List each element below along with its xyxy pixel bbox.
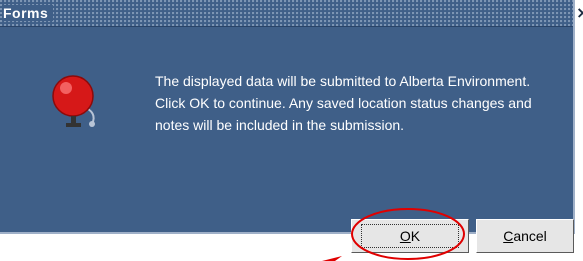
cancel-button-label: ancel — [513, 228, 547, 244]
title-bar[interactable]: Forms — [0, 0, 573, 26]
ok-button[interactable]: OK — [351, 219, 469, 253]
title-separator — [0, 26, 573, 27]
alarm-bell-icon — [52, 75, 95, 127]
window-title: Forms — [2, 5, 54, 21]
ok-button-focus-ring: OK — [360, 224, 460, 248]
cancel-button[interactable]: Cancel — [476, 219, 574, 253]
ok-button-mnemonic: O — [399, 228, 411, 244]
ok-button-label: K — [410, 228, 421, 244]
dialog-message: The displayed data will be submitted to … — [155, 73, 532, 133]
annotation-arrow-icon — [322, 256, 342, 261]
alert-dialog: Forms The displayed data will be submitt… — [0, 0, 575, 234]
cancel-button-mnemonic: C — [503, 228, 514, 244]
close-icon[interactable]: × — [576, 3, 583, 22]
